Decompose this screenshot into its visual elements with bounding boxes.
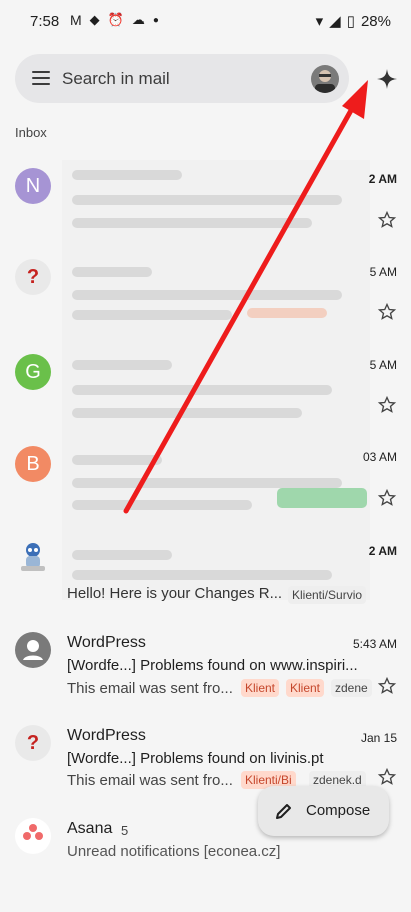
annotation-arrow: [123, 80, 368, 514]
